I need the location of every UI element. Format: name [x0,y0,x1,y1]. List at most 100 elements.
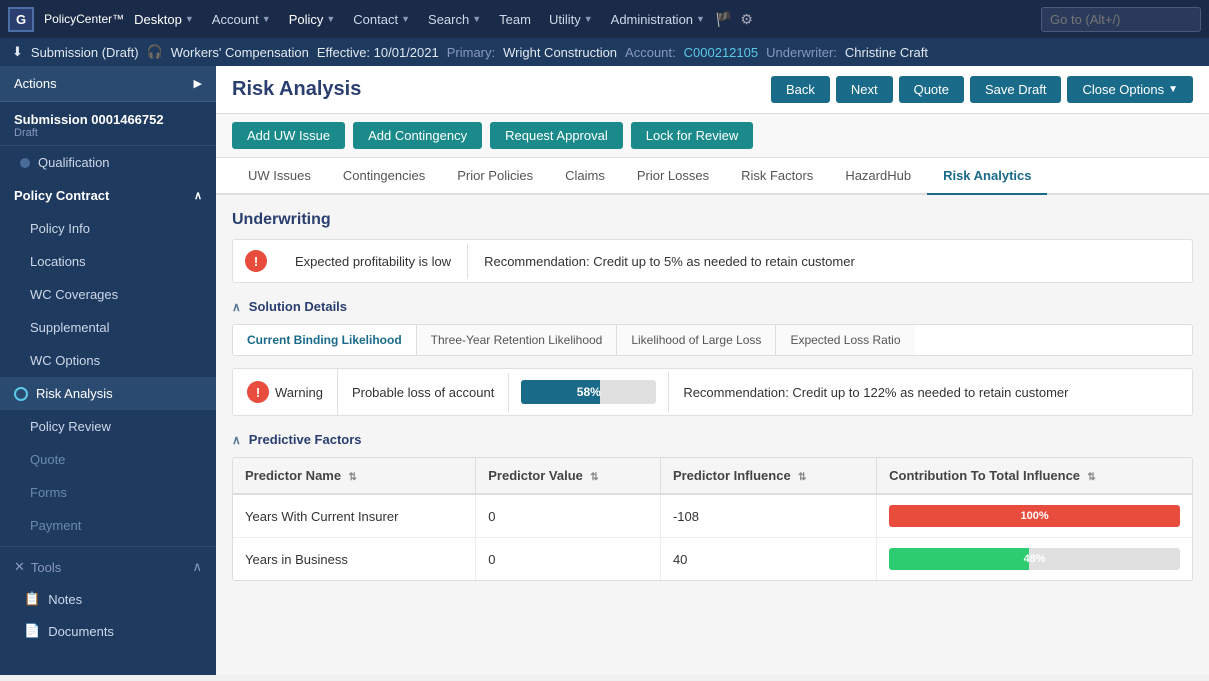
alert-recommendation: Recommendation: Credit up to 5% as neede… [468,244,871,279]
tab-claims[interactable]: Claims [549,158,621,195]
nav-utility[interactable]: Utility ▼ [541,8,601,31]
sidebar-item-locations[interactable]: Locations [0,245,216,278]
page-header: Risk Analysis Back Next Quote Save Draft… [216,66,1209,114]
sidebar-item-label: Forms [30,485,67,500]
sidebar-item-label: Policy Info [30,221,90,236]
tab-uw-issues[interactable]: UW Issues [232,158,327,195]
tab-contingencies[interactable]: Contingencies [327,158,441,195]
nav-policy[interactable]: Policy ▼ [281,8,344,31]
nav-desktop[interactable]: Desktop ▼ [126,8,202,31]
sidebar-item-notes[interactable]: 📋 Notes [0,583,216,615]
underwriting-heading: Underwriting [232,211,1193,229]
alert-icon-cell: ! [233,240,279,282]
underwriter-label: Underwriter: [766,45,837,60]
solution-tab-loss-ratio[interactable]: Expected Loss Ratio [776,325,914,355]
sidebar-actions-button[interactable]: Actions ▶ [0,66,216,102]
sidebar-item-forms: Forms [0,476,216,509]
progress-bar-container: 58% [521,380,656,404]
sidebar-item-documents[interactable]: 📄 Documents [0,615,216,647]
nav-icons: 🏴 ⚙ [715,11,753,28]
add-contingency-button[interactable]: Add Contingency [353,122,482,149]
sidebar-item-policy-contract[interactable]: Policy Contract ∧ [0,179,216,212]
chevron-down-icon: ▼ [401,14,410,24]
chevron-down-icon: ▼ [262,14,271,24]
solution-tab-retention[interactable]: Three-Year Retention Likelihood [417,325,618,355]
sidebar-item-policy-review[interactable]: Policy Review [0,410,216,443]
sort-icon: ⇅ [1087,472,1095,483]
sidebar-item-risk-analysis[interactable]: Risk Analysis [0,377,216,410]
nav-administration[interactable]: Administration ▼ [603,8,713,31]
close-options-button[interactable]: Close Options ▼ [1067,76,1193,103]
alert-row: ! Expected profitability is low Recommen… [232,239,1193,283]
solution-details-header[interactable]: ∧ Solution Details [232,299,1193,314]
solution-tab-binding[interactable]: Current Binding Likelihood [233,325,417,355]
solution-tabs: Current Binding Likelihood Three-Year Re… [232,324,1193,356]
nav-search[interactable]: Search ▼ [420,8,489,31]
nav-contact[interactable]: Contact ▼ [345,8,418,31]
lock-for-review-button[interactable]: Lock for Review [631,122,753,149]
collapse-arrow-icon: ∧ [232,433,241,447]
workers-comp-icon: 🎧 [147,44,163,60]
sidebar-item-wc-coverages[interactable]: WC Coverages [0,278,216,311]
quote-button[interactable]: Quote [899,76,964,103]
sidebar-item-wc-options[interactable]: WC Options [0,344,216,377]
chevron-down-icon: ▼ [326,14,335,24]
tabs-row: UW Issues Contingencies Prior Policies C… [216,158,1209,195]
sidebar-item-qualification[interactable]: Qualification [0,146,216,179]
progress-value: 58% [521,380,656,404]
documents-icon: 📄 [24,623,40,639]
sidebar-item-label: Quote [30,452,65,467]
nav-account[interactable]: Account ▼ [204,8,279,31]
next-button[interactable]: Next [836,76,893,103]
tab-hazardhub[interactable]: HazardHub [829,158,927,195]
main-layout: Actions ▶ Submission 0001466752 Draft Qu… [0,66,1209,675]
submission-draft-label: Submission (Draft) [31,45,139,60]
table-row: Years With Current Insurer 0 -108 100% [233,494,1192,538]
add-uw-issue-button[interactable]: Add UW Issue [232,122,345,149]
global-search-input[interactable] [1041,7,1201,32]
sidebar-item-supplemental[interactable]: Supplemental [0,311,216,344]
top-nav: G PolicyCenter™ Desktop ▼ Account ▼ Poli… [0,0,1209,38]
page-title: Risk Analysis [232,78,361,101]
bookmark-icon[interactable]: 🏴 [715,11,732,28]
sidebar-sub-info: Submission 0001466752 Draft [0,102,216,146]
contribution-cell: 48% [877,538,1192,581]
app-name: PolicyCenter™ [44,12,124,26]
sidebar-item-label: WC Options [30,353,100,368]
col-predictor-influence[interactable]: Predictor Influence ⇅ [660,458,876,494]
request-approval-button[interactable]: Request Approval [490,122,623,149]
nav-team[interactable]: Team [491,8,539,31]
alert-message: Expected profitability is low [279,244,468,279]
back-button[interactable]: Back [771,76,830,103]
sidebar-item-policy-info[interactable]: Policy Info [0,212,216,245]
warning-icon: ! [247,381,269,403]
chevron-down-icon: ▼ [584,14,593,24]
tab-risk-analytics[interactable]: Risk Analytics [927,158,1047,195]
sidebar-tools-section[interactable]: ✕ Tools ∧ [0,551,216,583]
gear-icon[interactable]: ⚙ [740,11,753,28]
solution-tab-large-loss[interactable]: Likelihood of Large Loss [617,325,776,355]
logo-letter: G [16,12,26,27]
col-predictor-value[interactable]: Predictor Value ⇅ [476,458,661,494]
save-draft-button[interactable]: Save Draft [970,76,1061,103]
predictive-factors-table: Predictor Name ⇅ Predictor Value ⇅ Predi… [233,458,1192,580]
sidebar-item-label: Documents [48,624,114,639]
sort-icon: ⇅ [590,472,598,483]
col-contribution[interactable]: Contribution To Total Influence ⇅ [877,458,1192,494]
header-buttons: Back Next Quote Save Draft Close Options… [771,76,1193,103]
predictive-factors-header[interactable]: ∧ Predictive Factors [232,432,1193,447]
account-value[interactable]: C000212105 [684,45,758,60]
predictor-value-cell: 0 [476,494,661,538]
chevron-right-icon: ▶ [194,77,202,90]
tab-prior-losses[interactable]: Prior Losses [621,158,725,195]
actions-label: Actions [14,76,57,91]
sort-icon: ⇅ [798,472,806,483]
submission-number: Submission 0001466752 [14,112,202,127]
tab-risk-factors[interactable]: Risk Factors [725,158,829,195]
col-predictor-name[interactable]: Predictor Name ⇅ [233,458,476,494]
sidebar: Actions ▶ Submission 0001466752 Draft Qu… [0,66,216,675]
chevron-down-icon: ▼ [696,14,705,24]
sidebar-item-label: Locations [30,254,86,269]
tab-prior-policies[interactable]: Prior Policies [441,158,549,195]
sidebar-item-label: Policy Review [30,419,111,434]
